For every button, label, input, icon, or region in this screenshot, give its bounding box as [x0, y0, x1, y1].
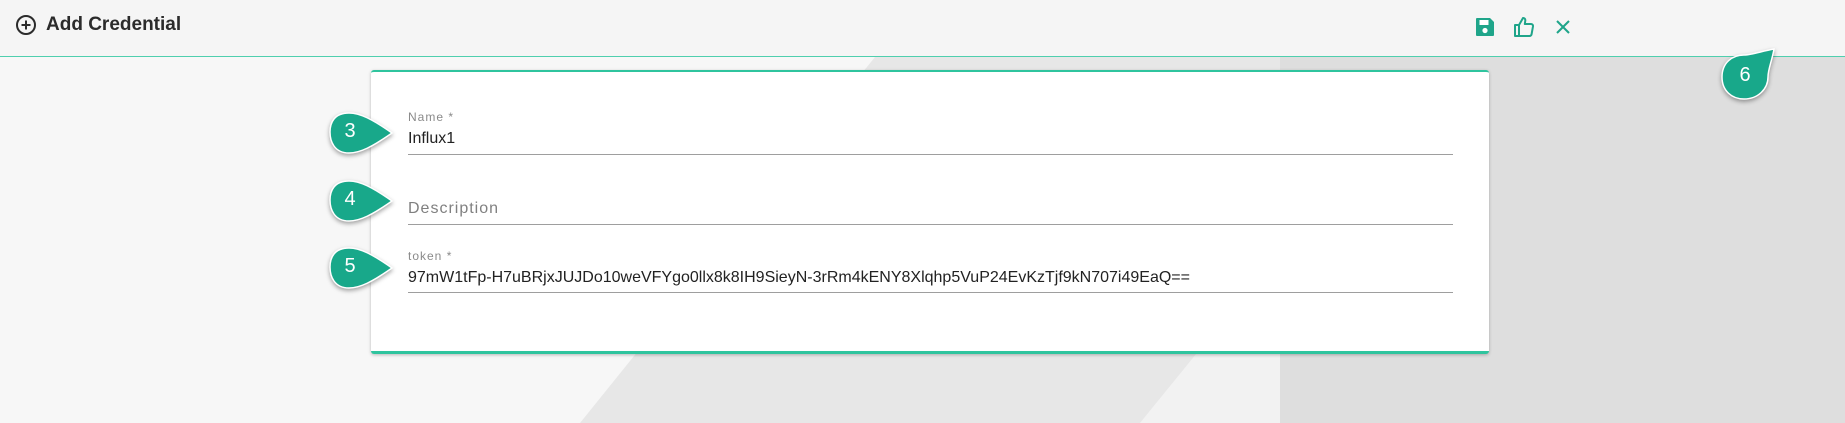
header-bar: Add Credential [0, 0, 1845, 57]
thumbs-up-icon [1512, 15, 1536, 39]
page-title: Add Credential [46, 14, 182, 35]
callout-6: 6 [1716, 47, 1780, 103]
save-button[interactable] [1473, 15, 1497, 39]
close-button[interactable] [1551, 15, 1575, 39]
token-underline [408, 292, 1453, 293]
plus-circle-icon [15, 14, 37, 36]
close-icon [1551, 15, 1575, 39]
description-input[interactable]: Description [408, 200, 499, 218]
token-label: token * [408, 249, 453, 263]
token-input[interactable]: 97mW1tFp-H7uBRjxJUJDo10weVFYgo0llx8k8IH9… [408, 269, 1190, 287]
callout-number: 4 [344, 188, 356, 210]
name-label: Name * [408, 110, 455, 124]
credential-form-card: Name * Influx1 Description token * 97mW1… [371, 70, 1489, 354]
callout-number: 3 [344, 120, 356, 142]
name-input[interactable]: Influx1 [408, 130, 455, 148]
callout-number: 5 [344, 255, 356, 277]
description-underline [408, 224, 1453, 225]
callout-5: 5 [328, 246, 398, 292]
apply-button[interactable] [1512, 15, 1536, 39]
save-icon [1473, 15, 1497, 39]
name-underline [408, 154, 1453, 155]
callout-number: 6 [1739, 64, 1751, 86]
callout-3: 3 [328, 111, 398, 157]
callout-4: 4 [328, 179, 398, 225]
header-title-group: Add Credential [15, 14, 181, 36]
